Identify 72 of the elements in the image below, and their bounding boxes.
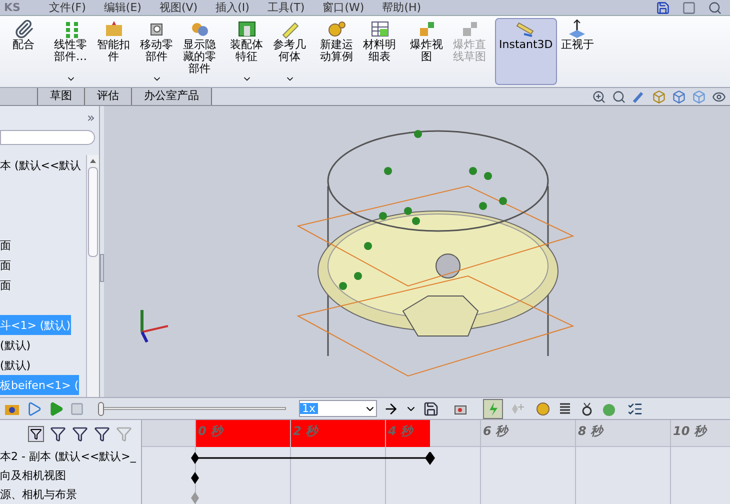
- menu-item[interactable]: 帮助(H): [373, 2, 430, 13]
- ribbon-button[interactable]: 正视于: [556, 18, 598, 85]
- zoom-area-icon[interactable]: [612, 90, 626, 104]
- menu-item[interactable]: 视图(V): [150, 2, 207, 13]
- menu-item[interactable]: 工具(T): [258, 2, 314, 13]
- zoom-icon[interactable]: [592, 90, 606, 104]
- tree-item[interactable]: 面: [0, 255, 86, 275]
- timeline-tree-item[interactable]: 向及相机视图: [0, 466, 141, 485]
- table-icon: [370, 19, 390, 39]
- search-icon[interactable]: [708, 0, 722, 14]
- app-title: KS: [3, 2, 22, 13]
- expand-button[interactable]: »: [87, 112, 95, 124]
- scrollbar[interactable]: [86, 155, 99, 397]
- menu-item[interactable]: 插入(I): [206, 2, 258, 13]
- menu-item[interactable]: 窗口(W): [314, 2, 374, 13]
- tree-item[interactable]: 面: [0, 235, 86, 255]
- tree-item[interactable]: 面: [0, 275, 86, 295]
- tab[interactable]: [0, 88, 38, 105]
- ribbon-button[interactable]: 装配体特征: [225, 18, 268, 85]
- gear-icon: [326, 19, 346, 39]
- display-style-icon[interactable]: [672, 90, 686, 104]
- filter-driving-icon[interactable]: [72, 426, 88, 442]
- ribbon-button[interactable]: 线性零部件…: [49, 18, 92, 85]
- time-tick-label: 10 秒: [673, 425, 706, 437]
- paperclip-icon: [14, 19, 34, 39]
- play-from-start-icon[interactable]: [26, 400, 42, 416]
- autokey-icon[interactable]: [483, 398, 503, 418]
- time-tick-label: 4 秒: [388, 425, 413, 437]
- new-document-icon[interactable]: [682, 0, 696, 14]
- view-orientation-icon[interactable]: [632, 90, 646, 104]
- eye-icon[interactable]: [712, 90, 726, 104]
- tree-item[interactable]: (默认): [0, 335, 86, 355]
- ribbon-button[interactable]: 新建运动算例: [315, 18, 358, 85]
- menu-item[interactable]: 文件(F): [40, 2, 95, 13]
- arrow-right-icon[interactable]: [383, 400, 399, 416]
- panel-collapse-handle[interactable]: [100, 254, 104, 282]
- motor-icon[interactable]: [535, 400, 551, 416]
- timeline-slider[interactable]: [98, 402, 289, 416]
- time-tick-label: 6 秒: [483, 425, 508, 437]
- menu-item[interactable]: 编辑(E): [94, 2, 150, 13]
- fastener-icon: [104, 19, 124, 39]
- filter-field[interactable]: [0, 130, 95, 145]
- filter-icon[interactable]: [28, 426, 44, 442]
- results-icon[interactable]: [627, 400, 643, 416]
- time-tick-label: 0 秒: [198, 425, 223, 437]
- filter-selected-icon[interactable]: [94, 426, 110, 442]
- tree-item[interactable]: (默认): [0, 355, 86, 375]
- save-icon[interactable]: [656, 0, 670, 14]
- ribbon-button[interactable]: 移动零部件: [135, 18, 178, 85]
- ribbon-button[interactable]: 爆炸视图: [405, 18, 448, 85]
- spring-icon[interactable]: [557, 400, 573, 416]
- filter-animated-icon[interactable]: [50, 426, 66, 442]
- play-icon[interactable]: [48, 400, 64, 416]
- slider-thumb[interactable]: [98, 402, 104, 416]
- ribbon-button[interactable]: 材料明细表: [358, 18, 401, 85]
- ribbon-button[interactable]: 参考几何体: [268, 18, 311, 85]
- ribbon-button[interactable]: 显示隐藏的零部件: [178, 18, 221, 85]
- ribbon-button[interactable]: Instant3D: [495, 18, 557, 85]
- tab[interactable]: 评估: [85, 88, 132, 105]
- tree-item[interactable]: 本 (默认<<默认: [0, 155, 86, 175]
- scroll-up-arrow-icon[interactable]: [89, 157, 97, 165]
- tab[interactable]: 办公室产品: [132, 88, 212, 105]
- normal-to-icon: [567, 19, 588, 39]
- tab[interactable]: 草图: [38, 88, 85, 105]
- assembly-feature-icon: [236, 19, 256, 39]
- timeline-tree-item[interactable]: 本2 - 副本 (默认<<默认>_: [0, 447, 141, 466]
- timeline-tree-item[interactable]: 源、相机与布景: [0, 485, 141, 504]
- save-icon[interactable]: [423, 400, 439, 416]
- ribbon-button[interactable]: 配合: [2, 18, 45, 85]
- time-tick-label: 8 秒: [578, 425, 603, 437]
- ribbon-button[interactable]: 智能扣件: [92, 18, 135, 85]
- time-tick-label: 2 秒: [293, 425, 318, 437]
